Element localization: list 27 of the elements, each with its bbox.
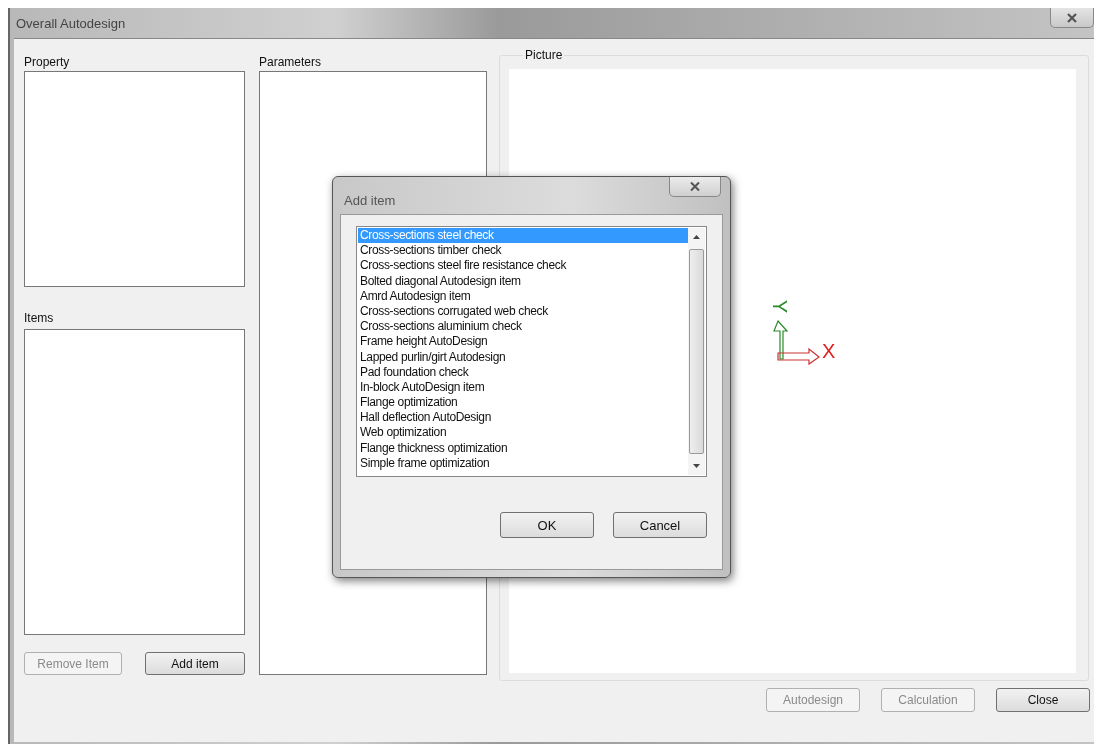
property-label: Property — [24, 55, 71, 71]
list-item[interactable]: Frame height AutoDesign — [358, 334, 688, 350]
list-item[interactable]: Amrd Autodesign item — [358, 288, 688, 304]
list-item[interactable]: In-block AutoDesign item — [358, 379, 688, 396]
footer-button[interactable]: Close — [996, 688, 1090, 712]
list-item[interactable]: Lapped purlin/girt Autodesign — [358, 349, 688, 365]
list-item[interactable]: Bolted diagonal Autodesign item — [358, 273, 688, 289]
list-item[interactable]: Cross-sections aluminium check — [358, 319, 688, 335]
y-axis-label: Y — [768, 299, 792, 314]
list-item[interactable]: Cross-sections corrugated web check — [358, 303, 688, 320]
list-item[interactable]: Simple frame optimization — [358, 455, 688, 471]
list-item[interactable]: Hall deflection AutoDesign — [358, 410, 688, 426]
list-item[interactable]: Cross-sections steel fire resistance check — [358, 258, 688, 274]
item-button[interactable]: Add item — [145, 652, 245, 675]
items-label: Items — [24, 311, 55, 328]
window-title: Overall Autodesign — [16, 15, 126, 31]
list-item[interactable]: Pad foundation check — [358, 364, 688, 380]
picture-label: Picture — [523, 48, 565, 62]
list-item[interactable]: Flange thickness optimization — [358, 440, 688, 456]
dialog-button[interactable]: OK — [500, 512, 594, 538]
list-item[interactable]: Web optimization — [358, 425, 688, 441]
x-axis-label: X — [822, 341, 836, 361]
parameters-label: Parameters — [259, 55, 323, 71]
dialog-button[interactable]: Cancel — [613, 512, 707, 538]
dialog-title: Add item — [344, 193, 396, 210]
list-item[interactable]: Cross-sections timber check — [358, 243, 688, 259]
list-item[interactable]: Flange optimization — [358, 395, 688, 411]
